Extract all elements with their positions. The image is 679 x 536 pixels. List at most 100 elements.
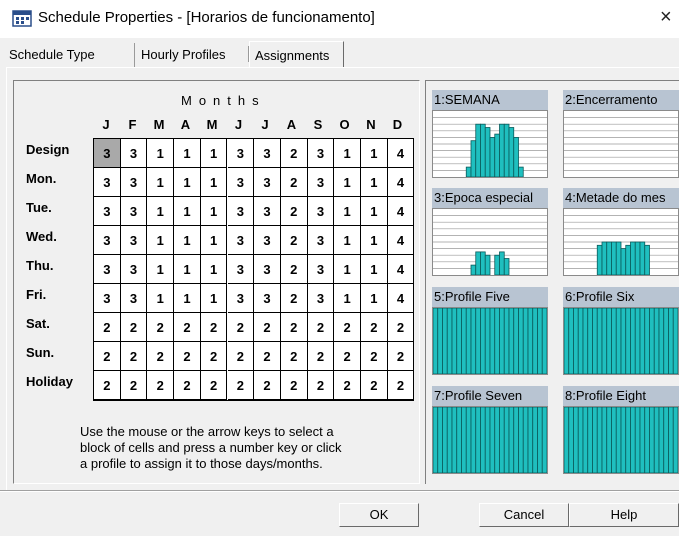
row-label[interactable]: Holiday bbox=[26, 374, 73, 389]
row-label[interactable]: Sun. bbox=[26, 345, 54, 360]
month-header[interactable]: M bbox=[149, 117, 169, 132]
ok-button[interactable]: OK bbox=[339, 503, 419, 527]
grid-cell[interactable]: 1 bbox=[200, 226, 228, 255]
grid-cell[interactable]: 1 bbox=[147, 255, 175, 284]
grid-cell[interactable]: 1 bbox=[147, 284, 175, 313]
grid-cell[interactable]: 2 bbox=[147, 313, 175, 342]
profile-chart[interactable] bbox=[432, 110, 548, 178]
grid-cell[interactable]: 1 bbox=[334, 139, 361, 168]
grid-cell[interactable]: 3 bbox=[307, 139, 335, 168]
month-header[interactable]: A bbox=[176, 117, 196, 132]
grid-cell[interactable]: 1 bbox=[174, 197, 201, 226]
grid-cell[interactable]: 3 bbox=[94, 284, 121, 313]
grid-cell[interactable]: 4 bbox=[387, 168, 415, 197]
grid-cell[interactable]: 2 bbox=[307, 371, 335, 400]
grid-cell[interactable]: 3 bbox=[227, 197, 255, 226]
grid-cell[interactable]: 2 bbox=[254, 371, 281, 400]
cancel-button[interactable]: Cancel bbox=[479, 503, 569, 527]
row-label[interactable]: Wed. bbox=[26, 229, 57, 244]
profile-title[interactable]: 4:Metade do mes bbox=[563, 188, 679, 208]
grid-cell[interactable]: 3 bbox=[307, 226, 335, 255]
grid-cell[interactable]: 2 bbox=[254, 342, 281, 371]
grid-cell[interactable]: 2 bbox=[334, 313, 361, 342]
grid-cell[interactable]: 3 bbox=[254, 139, 281, 168]
grid-cell[interactable]: 2 bbox=[387, 342, 415, 371]
grid-cell[interactable]: 1 bbox=[361, 226, 388, 255]
profile-chart[interactable] bbox=[432, 307, 548, 375]
grid-cell[interactable]: 2 bbox=[227, 371, 255, 400]
grid-cell[interactable]: 3 bbox=[120, 139, 148, 168]
grid-cell[interactable]: 1 bbox=[200, 284, 228, 313]
grid-cell[interactable]: 1 bbox=[361, 255, 388, 284]
month-header[interactable]: J bbox=[96, 117, 116, 132]
month-header[interactable]: F bbox=[123, 117, 143, 132]
grid-cell[interactable]: 2 bbox=[361, 371, 388, 400]
month-header[interactable]: O bbox=[335, 117, 355, 132]
grid-cell[interactable]: 1 bbox=[147, 226, 175, 255]
grid-cell[interactable]: 2 bbox=[200, 313, 228, 342]
month-header[interactable]: J bbox=[255, 117, 275, 132]
grid-cell[interactable]: 1 bbox=[147, 168, 175, 197]
profile-chart[interactable] bbox=[563, 110, 679, 178]
grid-cell[interactable]: 4 bbox=[387, 139, 415, 168]
grid-cell[interactable]: 2 bbox=[361, 313, 388, 342]
grid-cell[interactable]: 1 bbox=[174, 168, 201, 197]
profile-title[interactable]: 7:Profile Seven bbox=[432, 386, 548, 406]
profile-chart[interactable] bbox=[432, 406, 548, 474]
grid-cell[interactable]: 1 bbox=[334, 197, 361, 226]
row-label[interactable]: Sat. bbox=[26, 316, 50, 331]
grid-cell[interactable]: 2 bbox=[254, 313, 281, 342]
grid-cell[interactable]: 2 bbox=[174, 342, 201, 371]
row-label[interactable]: Tue. bbox=[26, 200, 52, 215]
grid-cell[interactable]: 3 bbox=[307, 255, 335, 284]
grid-cell[interactable]: 3 bbox=[254, 168, 281, 197]
grid-cell[interactable]: 2 bbox=[120, 342, 148, 371]
month-header[interactable]: S bbox=[308, 117, 328, 132]
grid-cell[interactable]: 2 bbox=[280, 342, 308, 371]
grid-cell[interactable]: 2 bbox=[387, 371, 415, 400]
grid-cell[interactable]: 3 bbox=[120, 197, 148, 226]
grid-cell[interactable]: 2 bbox=[147, 342, 175, 371]
grid-cell[interactable]: 1 bbox=[174, 226, 201, 255]
grid-cell[interactable]: 2 bbox=[307, 342, 335, 371]
grid-cell[interactable]: 2 bbox=[120, 371, 148, 400]
grid-cell[interactable]: 4 bbox=[387, 197, 415, 226]
tab-hourly-profiles[interactable]: Hourly Profiles bbox=[136, 43, 248, 67]
row-label[interactable]: Fri. bbox=[26, 287, 46, 302]
profile-chart[interactable] bbox=[563, 208, 679, 276]
grid-cell[interactable]: 2 bbox=[280, 139, 308, 168]
grid-cell[interactable]: 4 bbox=[387, 226, 415, 255]
profile-chart[interactable] bbox=[432, 208, 548, 276]
grid-cell[interactable]: 2 bbox=[280, 226, 308, 255]
grid-cell[interactable]: 3 bbox=[254, 197, 281, 226]
grid-cell[interactable]: 2 bbox=[280, 371, 308, 400]
grid-cell[interactable]: 2 bbox=[94, 342, 121, 371]
grid-cell[interactable]: 3 bbox=[307, 168, 335, 197]
tab-assignments[interactable]: Assignments bbox=[249, 41, 344, 67]
grid-cell[interactable]: 1 bbox=[334, 168, 361, 197]
grid-cell[interactable]: 1 bbox=[174, 284, 201, 313]
profile-title[interactable]: 5:Profile Five bbox=[432, 287, 548, 307]
grid-cell[interactable]: 1 bbox=[334, 284, 361, 313]
grid-cell[interactable]: 1 bbox=[361, 139, 388, 168]
month-header[interactable]: M bbox=[202, 117, 222, 132]
grid-cell[interactable]: 1 bbox=[334, 226, 361, 255]
grid-cell[interactable]: 2 bbox=[174, 371, 201, 400]
grid-cell[interactable]: 1 bbox=[147, 197, 175, 226]
grid-cell[interactable]: 1 bbox=[200, 168, 228, 197]
profile-title[interactable]: 8:Profile Eight bbox=[563, 386, 679, 406]
grid-cell[interactable]: 2 bbox=[334, 371, 361, 400]
grid-cell[interactable]: 3 bbox=[227, 284, 255, 313]
grid-cell[interactable]: 3 bbox=[94, 197, 121, 226]
grid-cell[interactable]: 2 bbox=[120, 313, 148, 342]
grid-cell[interactable]: 3 bbox=[120, 226, 148, 255]
grid-cell[interactable]: 2 bbox=[280, 168, 308, 197]
grid-cell[interactable]: 3 bbox=[94, 226, 121, 255]
grid-cell[interactable]: 4 bbox=[387, 284, 415, 313]
assignment-grid[interactable]: 3311133231143311133231143311133231143311… bbox=[93, 138, 415, 401]
grid-cell[interactable]: 3 bbox=[227, 139, 255, 168]
grid-cell[interactable]: 3 bbox=[307, 197, 335, 226]
grid-cell[interactable]: 3 bbox=[227, 226, 255, 255]
grid-cell[interactable]: 3 bbox=[94, 255, 121, 284]
grid-cell[interactable]: 1 bbox=[200, 197, 228, 226]
